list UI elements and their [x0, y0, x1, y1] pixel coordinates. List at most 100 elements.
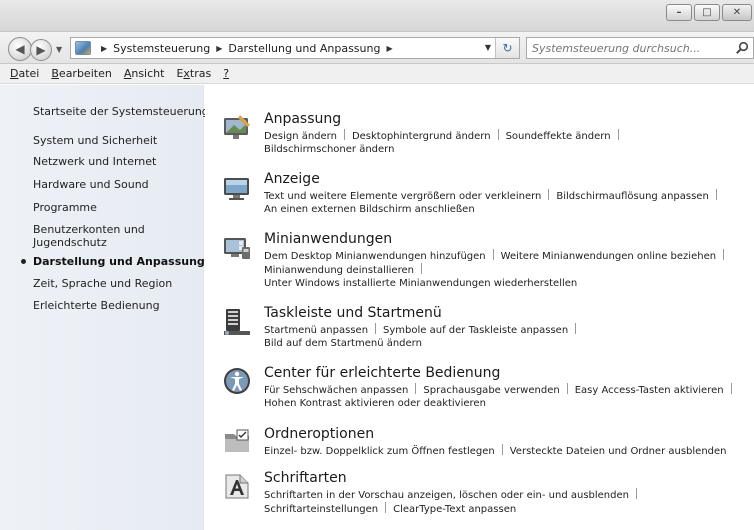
link-separator [492, 249, 494, 260]
link-externer-bildschirm[interactable]: An einen externen Bildschirm anschließen [264, 204, 475, 215]
link-separator [497, 129, 499, 140]
category-links-line: Für Sehschwächen anpassen Sprachausgabe v… [264, 383, 739, 398]
ease-of-access-icon [224, 368, 250, 394]
sidebar-item-netzwerk[interactable]: Netzwerk und Internet [33, 155, 156, 168]
link-startmenue-anpassen[interactable]: Startmenü anpassen [264, 325, 368, 336]
link-separator [575, 323, 577, 334]
category-links-line: Schriftarten in der Vorschau anzeigen, l… [264, 488, 644, 503]
link-separator [730, 383, 732, 394]
recent-pages-dropdown[interactable]: ▼ [56, 45, 62, 54]
breadcrumb-systemsteuerung[interactable]: Systemsteuerung [113, 42, 210, 55]
breadcrumb-separator-icon[interactable]: ▶ [386, 44, 392, 53]
link-bildschirmaufloesung[interactable]: Bildschirmauflösung anpassen [556, 191, 708, 202]
link-cleartype[interactable]: ClearType-Text anpassen [393, 504, 516, 515]
address-dropdown-icon[interactable]: ▼ [485, 43, 491, 52]
link-soundeffekte[interactable]: Soundeffekte ändern [506, 131, 611, 142]
menu-help[interactable]: ? [217, 67, 235, 80]
link-separator [548, 189, 550, 200]
caption-buttons: – □ ✕ [666, 4, 752, 21]
link-desktophintergrund[interactable]: Desktophintergrund ändern [352, 131, 491, 142]
category-title[interactable]: Anpassung [264, 111, 341, 128]
taskbar-icon [224, 309, 250, 335]
link-minianwendungen-hinzufuegen[interactable]: Dem Desktop Minianwendungen hinzufügen [264, 251, 486, 262]
search-box[interactable] [526, 37, 754, 59]
gadgets-icon [224, 238, 250, 259]
sidebar-item-system-sicherheit[interactable]: System und Sicherheit [33, 134, 157, 147]
minimize-button[interactable]: – [666, 4, 692, 21]
sidebar-item-erleichterte-bedienung[interactable]: Erleichterte Bedienung [33, 299, 160, 312]
link-easy-access-tasten[interactable]: Easy Access-Tasten aktivieren [575, 385, 724, 396]
sidebar-item-programme[interactable]: Programme [33, 201, 97, 214]
menu-label: earbeiten [58, 67, 112, 80]
category-title[interactable]: Minianwendungen [264, 231, 392, 248]
refresh-button[interactable]: ↻ [495, 38, 519, 58]
navigation-bar: ◀ ▶ ▼ ▶ Systemsteuerung ▶ Darstellung un… [0, 32, 754, 64]
sidebar-item-startseite[interactable]: Startseite der Systemsteuerung [33, 105, 209, 118]
search-input[interactable] [532, 41, 732, 55]
category-title[interactable]: Taskleiste und Startmenü [264, 305, 442, 322]
menu-datei[interactable]: Datei [4, 67, 45, 80]
category-title[interactable]: Ordneroptionen [264, 426, 374, 443]
close-button[interactable]: ✕ [722, 4, 752, 21]
sidebar-item-hardware-sound[interactable]: Hardware und Sound [33, 178, 149, 191]
breadcrumb-separator-icon[interactable]: ▶ [101, 44, 107, 53]
menu-label: nsicht [131, 67, 165, 80]
maximize-button[interactable]: □ [694, 4, 720, 21]
link-separator [375, 323, 377, 334]
sidebar-item-benutzerkonten[interactable]: Benutzerkonten und [33, 223, 145, 236]
link-sprachausgabe[interactable]: Sprachausgabe verwenden [423, 385, 559, 396]
link-startmenue-bild[interactable]: Bild auf dem Startmenü ändern [264, 338, 422, 349]
link-separator [636, 488, 637, 499]
link-separator [420, 263, 422, 274]
menu-ansicht[interactable]: Ansicht [118, 67, 171, 80]
display-icon [224, 178, 249, 200]
category-title[interactable]: Schriftarten [264, 470, 347, 487]
link-bildschirmschoner[interactable]: Bildschirmschoner ändern [264, 144, 394, 155]
link-einzel-doppelklick[interactable]: Einzel- bzw. Doppelklick zum Öffnen fest… [264, 446, 495, 457]
sidebar-item-zeit-sprache[interactable]: Zeit, Sprache und Region [33, 277, 172, 290]
link-versteckte-dateien[interactable]: Versteckte Dateien und Ordner ausblenden [510, 446, 727, 457]
search-icon[interactable] [735, 41, 749, 55]
link-taskleiste-symbole[interactable]: Symbole auf der Taskleiste anpassen [383, 325, 568, 336]
link-minianwendungen-wiederherstellen[interactable]: Unter Windows installierte Minianwendung… [264, 278, 577, 289]
link-separator [566, 383, 568, 394]
forward-button[interactable]: ▶ [30, 39, 52, 61]
sidebar-item-label: Darstellung und Anpassung [33, 255, 205, 268]
chevron-down-icon: ▼ [56, 45, 63, 54]
personalization-icon [224, 115, 250, 139]
category-links-line: Minianwendung deinstallieren [264, 263, 429, 278]
category-links-line: Einzel- bzw. Doppelklick zum Öffnen fest… [264, 444, 727, 459]
back-button[interactable]: ◀ [8, 37, 32, 61]
link-separator [415, 383, 417, 394]
link-text-vergroessern[interactable]: Text und weitere Elemente vergrößern ode… [264, 191, 541, 202]
category-links-line: Unter Windows installierte Minianwendung… [264, 277, 577, 291]
category-links-line: Hohen Kontrast aktivieren oder deaktivie… [264, 397, 486, 411]
category-title[interactable]: Anzeige [264, 171, 320, 188]
title-bar: – □ ✕ [0, 0, 754, 32]
category-links-line: Schriftarteinstellungen ClearType-Text an… [264, 502, 516, 517]
link-separator [501, 444, 503, 455]
current-item-bullet-icon [21, 259, 26, 264]
link-sehschwaechen[interactable]: Für Sehschwächen anpassen [264, 385, 408, 396]
link-minianwendungen-online[interactable]: Weitere Minianwendungen online beziehen [501, 251, 716, 262]
sidebar-item-darstellung-current[interactable]: Darstellung und Anpassung [21, 255, 205, 268]
category-links-line: Text und weitere Elemente vergrößern ode… [264, 189, 724, 204]
link-schriftarten-vorschau[interactable]: Schriftarten in der Vorschau anzeigen, l… [264, 490, 629, 501]
address-bar[interactable]: ▶ Systemsteuerung ▶ Darstellung und Anpa… [70, 37, 520, 59]
link-hoher-kontrast[interactable]: Hohen Kontrast aktivieren oder deaktivie… [264, 398, 486, 409]
refresh-icon: ↻ [502, 41, 513, 55]
category-links-line: Dem Desktop Minianwendungen hinzufügen We… [264, 249, 731, 264]
category-title[interactable]: Center für erleichterte Bedienung [264, 365, 500, 382]
menu-label: tras [189, 67, 212, 80]
menu-label: atei [18, 67, 40, 80]
menu-bearbeiten[interactable]: Bearbeiten [45, 67, 117, 80]
link-design-aendern[interactable]: Design ändern [264, 131, 337, 142]
breadcrumb-separator-icon[interactable]: ▶ [216, 44, 222, 53]
menu-extras[interactable]: Extras [170, 67, 217, 80]
link-schriftarteinstellungen[interactable]: Schriftarteinstellungen [264, 504, 378, 515]
category-links-line: Design ändern Desktophintergrund ändern So… [264, 129, 626, 144]
link-minianwendung-deinstallieren[interactable]: Minianwendung deinstallieren [264, 265, 414, 276]
sidebar-item-jugendschutz[interactable]: Jugendschutz [33, 236, 107, 249]
menu-bar: Datei Bearbeiten Ansicht Extras ? [0, 64, 754, 84]
breadcrumb-darstellung[interactable]: Darstellung und Anpassung [228, 42, 380, 55]
